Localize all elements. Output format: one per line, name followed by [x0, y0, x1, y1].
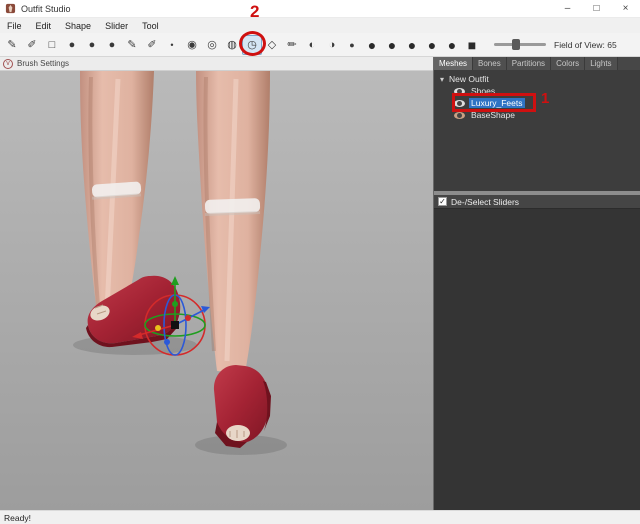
sliders-panel: [434, 209, 640, 510]
tree-item-label: Luxury_Feets: [469, 98, 525, 108]
dot-icon[interactable]: ●: [342, 35, 362, 55]
falloff5-icon[interactable]: ●: [442, 35, 462, 55]
maximize-button[interactable]: □: [582, 0, 611, 17]
window-title: Outfit Studio: [21, 3, 71, 14]
transform-tool-icon[interactable]: ◷: [242, 34, 262, 55]
small-dot-icon[interactable]: •: [162, 35, 182, 55]
tree-item-label: Shoes: [471, 86, 496, 96]
right-panel: Meshes Bones Partitions Colors Lights ▾ …: [434, 57, 640, 510]
viewport-3d-scene[interactable]: [0, 71, 433, 510]
select-brush-icon[interactable]: ✐: [22, 35, 42, 55]
fov-label: Field of View: 65: [554, 39, 617, 50]
expander-icon[interactable]: ▾: [440, 75, 444, 84]
mask-brush-icon[interactable]: ✎: [2, 35, 22, 55]
pivot-tool-icon[interactable]: ◇: [262, 35, 282, 55]
viewport-3d[interactable]: [0, 71, 433, 510]
fov-slider[interactable]: [494, 39, 546, 50]
tree-root-label: New Outfit: [449, 74, 489, 84]
app-icon: [5, 3, 16, 14]
smooth-brush-icon[interactable]: ✐: [142, 35, 162, 55]
sliders-header-label: De-/Select Sliders: [451, 196, 520, 207]
paint-brush-icon[interactable]: ✎: [122, 35, 142, 55]
tree-item-luxury-feets[interactable]: Luxury_Feets: [434, 97, 640, 109]
toggle-left-icon[interactable]: ◐: [302, 35, 322, 55]
falloff2-icon[interactable]: ●: [382, 35, 402, 55]
sphere-brush2-icon[interactable]: ●: [102, 35, 122, 55]
menubar: File Edit Shape Slider Tool: [0, 18, 640, 33]
tab-meshes[interactable]: Meshes: [434, 57, 474, 70]
visibility-eye-icon[interactable]: [454, 87, 465, 95]
weight-brush-icon[interactable]: ✏: [282, 35, 302, 55]
tree-item-shoes[interactable]: Shoes: [434, 85, 640, 97]
close-button[interactable]: ×: [611, 0, 640, 17]
sphere-brush-icon[interactable]: ●: [82, 35, 102, 55]
fov-slider-thumb[interactable]: [512, 39, 520, 50]
menu-file[interactable]: File: [0, 21, 29, 31]
sliders-header: ✓ De-/Select Sliders: [434, 195, 640, 209]
tree-item-label: BaseShape: [471, 110, 515, 120]
main-area: v Brush Settings Meshes Bones Partitions…: [0, 57, 640, 510]
brush-settings-header: v Brush Settings: [0, 57, 433, 71]
left-pane: v Brush Settings: [0, 57, 434, 510]
tab-bones[interactable]: Bones: [473, 57, 507, 70]
right-sock: [204, 198, 261, 216]
titlebar: Outfit Studio – □ ×: [0, 0, 640, 18]
select-sliders-checkbox[interactable]: ✓: [438, 197, 447, 206]
meshes-tree: ▾ New Outfit Shoes Luxury_Feets BaseShap…: [434, 70, 640, 191]
blob-brush-icon[interactable]: ●: [62, 35, 82, 55]
tree-root-new-outfit[interactable]: ▾ New Outfit: [434, 73, 640, 85]
tab-partitions[interactable]: Partitions: [506, 57, 552, 70]
brush-settings-label: Brush Settings: [17, 59, 70, 68]
menu-edit[interactable]: Edit: [29, 21, 59, 31]
marquee-select-icon[interactable]: □: [42, 35, 62, 55]
inflate-sphere-icon[interactable]: ◉: [182, 35, 202, 55]
cube-view-icon[interactable]: ■: [462, 35, 482, 55]
falloff3-icon[interactable]: ●: [402, 35, 422, 55]
tab-colors[interactable]: Colors: [551, 57, 586, 70]
menu-tool[interactable]: Tool: [135, 21, 166, 31]
falloff1-icon[interactable]: ●: [362, 35, 382, 55]
toolbar: ✎ ✐ □ ● ● ● ✎ ✐ • ◉ ◎ ◍ ◷ ◇ ✏ ◐ ◑ ● ● ● …: [0, 33, 640, 57]
menu-slider[interactable]: Slider: [98, 21, 135, 31]
tree-item-baseshape[interactable]: BaseShape: [434, 109, 640, 121]
status-text: Ready!: [4, 512, 31, 523]
visibility-eye-icon[interactable]: [454, 99, 465, 107]
statusbar: Ready!: [0, 510, 640, 524]
minimize-button[interactable]: –: [553, 0, 582, 17]
menu-shape[interactable]: Shape: [58, 21, 98, 31]
toggle-right-icon[interactable]: ◑: [322, 35, 342, 55]
collapse-chevron-icon[interactable]: v: [3, 58, 13, 69]
right-panel-tabs: Meshes Bones Partitions Colors Lights: [434, 57, 640, 70]
deflate-sphere-icon[interactable]: ◎: [202, 35, 222, 55]
visibility-eye-icon[interactable]: [454, 111, 465, 119]
window-controls: – □ ×: [553, 0, 640, 17]
tab-lights[interactable]: Lights: [585, 57, 618, 70]
move-brush-icon[interactable]: ◍: [222, 35, 242, 55]
falloff4-icon[interactable]: ●: [422, 35, 442, 55]
